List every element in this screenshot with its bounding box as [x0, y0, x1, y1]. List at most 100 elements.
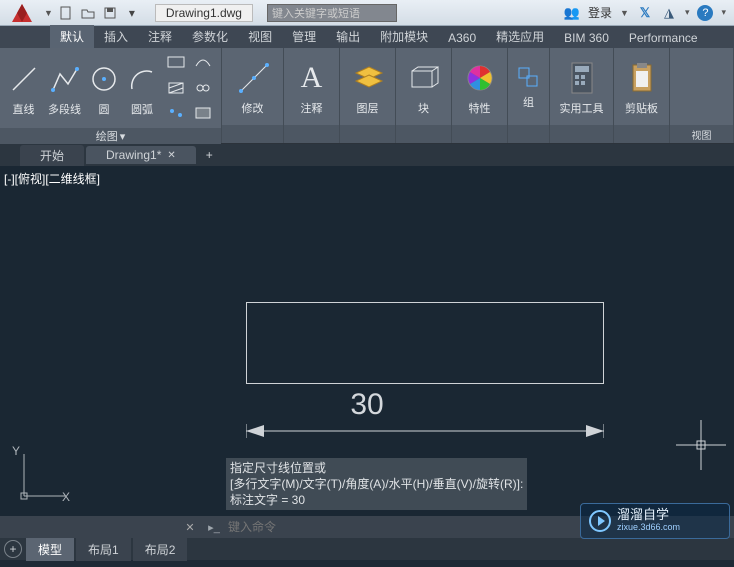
utilities-button[interactable]: 实用工具: [556, 58, 607, 116]
block-icon: [408, 58, 440, 98]
panel-clipboard: 剪贴板: [614, 48, 670, 143]
cmdline-close-icon[interactable]: ✕: [180, 519, 200, 535]
panel-draw-title[interactable]: 绘图 ▾: [0, 128, 221, 144]
tab-manage[interactable]: 管理: [282, 25, 326, 48]
search-input[interactable]: 键入关键字或短语: [267, 4, 397, 22]
add-layout-button[interactable]: +: [4, 540, 22, 558]
point-icon[interactable]: [164, 102, 188, 124]
panel-utilities-title: [550, 125, 613, 143]
dimension-value: 30: [350, 388, 383, 422]
arc-button[interactable]: 圆弧: [126, 59, 158, 117]
open-icon[interactable]: [79, 4, 97, 22]
panel-properties: 特性: [452, 48, 508, 143]
line-button[interactable]: 直线: [6, 59, 41, 117]
clipboard-icon: [626, 58, 658, 98]
polyline-button[interactable]: 多段线: [47, 59, 82, 117]
tab-bim360[interactable]: BIM 360: [554, 28, 619, 48]
region-icon[interactable]: [191, 102, 215, 124]
tab-performance[interactable]: Performance: [619, 28, 708, 48]
paste-button[interactable]: 剪贴板: [622, 58, 662, 116]
line-icon: [8, 59, 40, 99]
circle-icon: [88, 59, 120, 99]
login-button[interactable]: 登录: [588, 4, 612, 21]
tab-default[interactable]: 默认: [50, 25, 94, 48]
hatch-icon[interactable]: [164, 77, 188, 99]
tab-model[interactable]: 模型: [26, 538, 74, 561]
tab-layout1[interactable]: 布局1: [76, 538, 131, 561]
panel-utilities: 实用工具: [550, 48, 614, 143]
layer-button[interactable]: 图层: [348, 58, 388, 116]
ucs-x-label: X: [62, 490, 70, 504]
tab-new-button[interactable]: +: [198, 146, 221, 164]
text-icon: A: [296, 58, 328, 98]
arc-icon: [126, 59, 158, 99]
tab-output[interactable]: 输出: [326, 25, 370, 48]
panel-modify: 修改: [222, 48, 284, 143]
tab-parametric[interactable]: 参数化: [182, 25, 238, 48]
panel-clipboard-title: [614, 125, 669, 143]
tab-layout2[interactable]: 布局2: [133, 538, 188, 561]
tab-start[interactable]: 开始: [20, 145, 84, 166]
modify-button[interactable]: 修改: [233, 58, 273, 116]
panel-properties-title: [452, 125, 507, 143]
close-icon[interactable]: ✕: [167, 150, 175, 161]
panel-block-title: [396, 125, 451, 143]
ribbon-tabs: 默认 插入 注释 参数化 视图 管理 输出 附加模块 A360 精选应用 BIM…: [0, 26, 734, 48]
user-icon[interactable]: 👥: [564, 5, 580, 21]
watermark: 溜溜自学 zixue.3d66.com: [580, 503, 730, 539]
ucs-icon: Y X: [14, 446, 74, 506]
panel-block: 块: [396, 48, 452, 143]
properties-button[interactable]: 特性: [460, 58, 500, 116]
panel-group: 组: [508, 48, 550, 143]
watermark-url: zixue.3d66.com: [617, 521, 680, 534]
play-icon: [589, 510, 611, 532]
document-tabs: 开始 Drawing1*✕ +: [0, 144, 734, 166]
drawing-canvas[interactable]: [-][俯视][二维线框] 30 Y X 指定尺寸线位置或 [多行文字(M)/文…: [0, 166, 734, 516]
group-button[interactable]: 组: [513, 64, 545, 110]
crosshair-cursor: [676, 420, 726, 470]
circle-button[interactable]: 圆: [88, 59, 120, 117]
quick-access-toolbar: ▾: [57, 4, 141, 22]
panel-layer-title: [340, 125, 395, 143]
save-icon[interactable]: [101, 4, 119, 22]
workspace-tabs: + 模型 布局1 布局2: [0, 538, 734, 560]
title-bar: ▼ ▾ Drawing1.dwg 键入关键字或短语 👥 登录 ▼ 𝕏 ◮ ▾ ?…: [0, 0, 734, 26]
calculator-icon: [566, 58, 598, 98]
tab-insert[interactable]: 插入: [94, 25, 138, 48]
help-icon[interactable]: ?: [697, 5, 713, 21]
viewport-label[interactable]: [-][俯视][二维线框]: [4, 170, 100, 187]
dimension-line: [246, 424, 604, 454]
spline-icon[interactable]: [191, 77, 215, 99]
text-button[interactable]: A 注释: [292, 58, 332, 116]
document-title: Drawing1.dwg: [155, 4, 253, 22]
cmdline-chevron-icon[interactable]: ▸_: [206, 519, 222, 535]
tab-drawing1[interactable]: Drawing1*✕: [86, 146, 196, 164]
command-tooltip: 指定尺寸线位置或 [多行文字(M)/文字(T)/角度(A)/水平(H)/垂直(V…: [226, 458, 527, 510]
rectangle-icon[interactable]: [164, 52, 188, 74]
watermark-brand: 溜溜自学: [617, 508, 680, 521]
layer-icon: [352, 58, 384, 98]
group-icon: [513, 64, 545, 92]
ucs-y-label: Y: [12, 444, 20, 458]
share-icon[interactable]: ◮: [661, 5, 677, 21]
polyline-icon: [49, 59, 81, 99]
exchange-icon[interactable]: 𝕏: [637, 5, 653, 21]
ellipse-icon[interactable]: [191, 52, 215, 74]
tab-featured[interactable]: 精选应用: [486, 25, 554, 48]
block-button[interactable]: 块: [404, 58, 444, 116]
ribbon: 直线 多段线 圆 圆弧 绘图 ▾: [0, 48, 734, 144]
panel-view: 视图: [670, 48, 734, 143]
tab-a360[interactable]: A360: [438, 28, 486, 48]
search-placeholder: 键入关键字或短语: [272, 5, 360, 21]
panel-modify-title: [222, 125, 283, 143]
tab-view[interactable]: 视图: [238, 25, 282, 48]
tab-addins[interactable]: 附加模块: [370, 25, 438, 48]
app-logo[interactable]: [0, 0, 44, 26]
tab-annotate[interactable]: 注释: [138, 25, 182, 48]
move-icon: [237, 58, 269, 98]
drawn-rectangle: [246, 302, 604, 384]
qat-dropdown-icon[interactable]: ▾: [123, 4, 141, 22]
colorwheel-icon: [464, 58, 496, 98]
new-icon[interactable]: [57, 4, 75, 22]
chevron-down-icon: ▾: [120, 130, 126, 143]
